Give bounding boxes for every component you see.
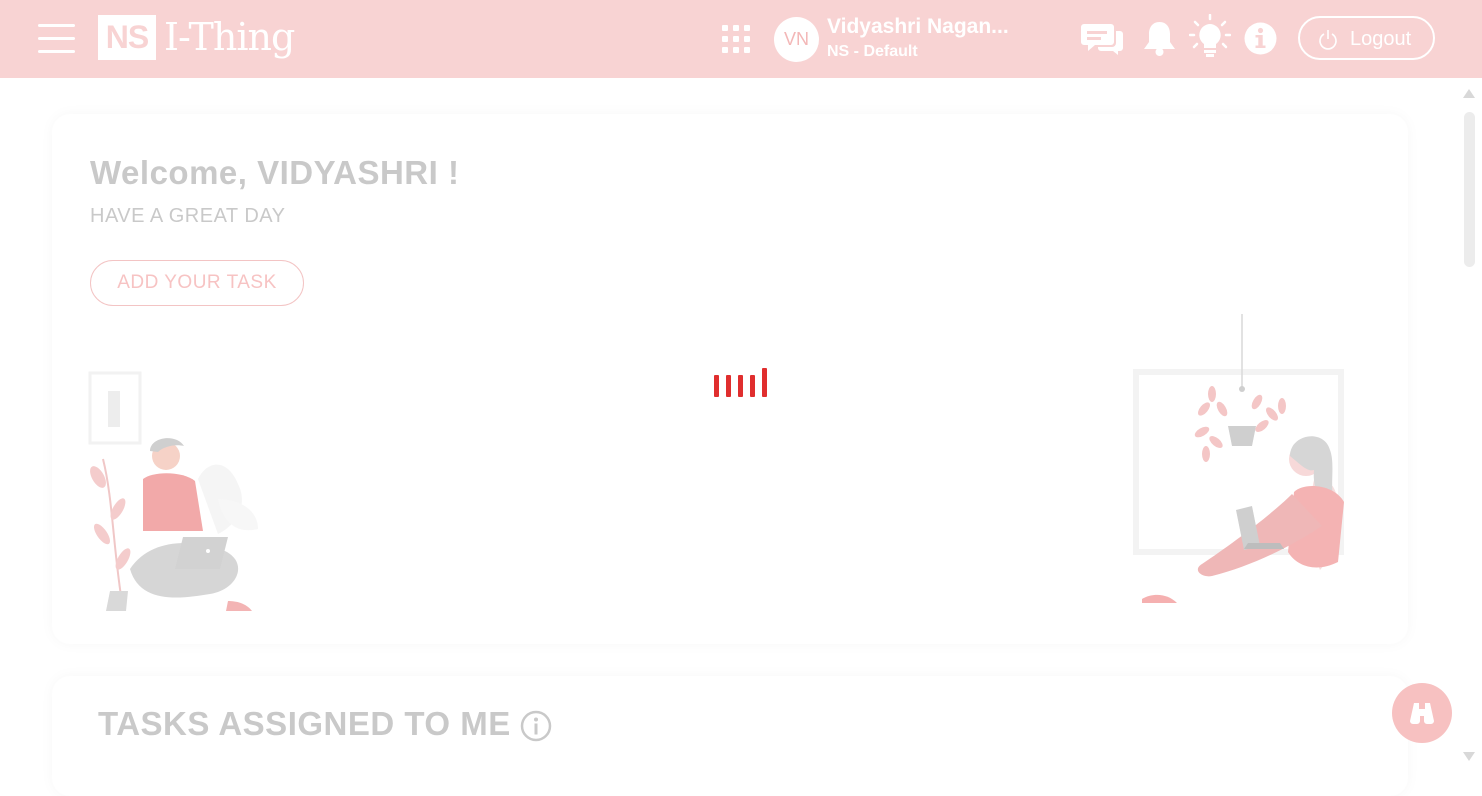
add-task-button[interactable]: ADD YOUR TASK [90, 260, 304, 306]
scrollbar-thumb[interactable] [1464, 112, 1475, 267]
man-with-laptop-illustration [88, 371, 258, 611]
logout-button[interactable]: Logout [1298, 16, 1435, 60]
info-icon[interactable] [1244, 22, 1277, 55]
user-org: NS - Default [827, 43, 918, 60]
woman-with-laptop-illustration [1133, 314, 1344, 603]
welcome-title: Welcome, VIDYASHRI ! [90, 154, 460, 191]
power-icon [1319, 30, 1337, 50]
tasks-card: TASKS ASSIGNED TO ME [52, 676, 1408, 796]
binoculars-button[interactable] [1392, 683, 1452, 743]
user-name[interactable]: Vidyashri Nagan... [827, 15, 1009, 39]
logo-abbr: NS [98, 15, 156, 60]
logout-label: Logout [1350, 28, 1412, 50]
bell-icon[interactable] [1143, 20, 1176, 57]
apps-grid-icon[interactable] [722, 25, 750, 53]
avatar[interactable]: VN [774, 17, 819, 62]
chat-icon[interactable] [1081, 22, 1123, 56]
lightbulb-icon[interactable] [1189, 14, 1231, 58]
loading-spinner [713, 367, 769, 399]
scroll-up-arrow[interactable] [1463, 89, 1475, 98]
tasks-title: TASKS ASSIGNED TO ME [98, 705, 511, 742]
welcome-subtitle: HAVE A GREAT DAY [90, 205, 286, 227]
top-header: NS I-Thing VN Vidyashri Nagan... NS - De… [0, 0, 1482, 78]
info-icon[interactable] [520, 710, 552, 742]
binoculars-icon [1410, 703, 1434, 724]
logo-text: I-Thing [164, 15, 295, 59]
scroll-down-arrow[interactable] [1463, 752, 1475, 761]
menu-icon[interactable] [38, 24, 75, 54]
